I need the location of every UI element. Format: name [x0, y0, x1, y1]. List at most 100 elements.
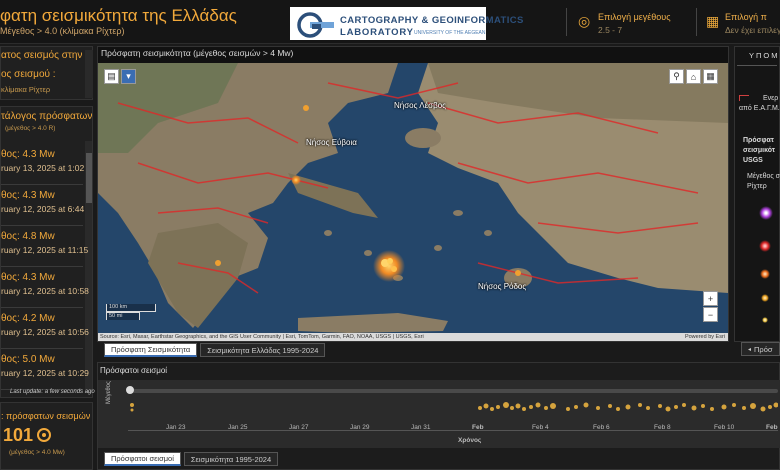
- list-item[interactable]: θος: 4.2 Mw ruary 12, 2025 at 10:56: [1, 309, 89, 349]
- list-item[interactable]: θος: 4.3 Mw ruary 12, 2025 at 6:44: [1, 186, 85, 226]
- quake-count: 101: [3, 425, 34, 445]
- recent-quakes-panel: τάλογος πρόσφατων (μέγεθος > 4.0 R) θος:…: [0, 106, 93, 398]
- quake-date: ruary 12, 2025 at 11:15: [1, 245, 89, 255]
- zoom-in-button[interactable]: +: [703, 291, 718, 306]
- legend-back-label: Πρόσ: [754, 344, 773, 354]
- zoom-control: + −: [703, 291, 718, 322]
- quake-magnitude: θος: 4.3 Mw: [1, 149, 55, 160]
- scrollbar[interactable]: [85, 50, 93, 98]
- legend-heading: ΥΠΟΜ: [749, 51, 780, 60]
- quake-magnitude: θος: 4.8 Mw: [1, 231, 55, 242]
- legend-mag-4-icon: [760, 269, 770, 279]
- target-icon: [37, 428, 51, 442]
- legend-mag-3-icon: [761, 294, 769, 302]
- magnitude-filter-label: Επιλογή μεγέθους: [598, 12, 671, 22]
- chevron-down-icon[interactable]: ▾: [121, 69, 136, 84]
- map-tools: ⚲ ⌂ ▦: [669, 69, 718, 84]
- tick-label: Feb 8: [654, 424, 671, 431]
- map-attribution: Source: Esri, Maxar, Earthstar Geographi…: [98, 333, 728, 341]
- timeline-chart[interactable]: Μέγεθος Jan 23 Jan 25 Jan 27 Jan 29 Jan …: [98, 380, 780, 448]
- quake-date: ruary 13, 2025 at 1:02: [1, 163, 85, 173]
- legend-panel: ΥΠΟΜ Ενερ από Ε.Α.Γ.Μ. Πρόσφατ σεισμικότ…: [734, 46, 780, 342]
- list-item[interactable]: θος: 4.3 Mw ruary 12, 2025 at 10:58: [1, 268, 89, 308]
- tab-recent-quakes[interactable]: Πρόσφατοι σεισμοί: [104, 452, 181, 466]
- legend-usgs-line3: USGS: [743, 157, 763, 164]
- timeline-xlabel: Χρόνος: [458, 437, 482, 444]
- legend-mag-2-icon: [762, 317, 768, 323]
- place-label-lesvos: Νήσος Λέσβος: [394, 101, 447, 110]
- header-separator: [696, 8, 697, 36]
- tick-label: Jan 29: [350, 424, 370, 431]
- tick-label: Feb: [472, 424, 484, 431]
- map-view[interactable]: ▤ ▾ ⚲ ⌂ ▦ Νήσος Λέσβος Νήσος Εύβοια Νήσο…: [98, 63, 728, 333]
- legend-fault-source: από Ε.Α.Γ.Μ.: [739, 105, 780, 112]
- recent-list: θος: 4.3 Mw ruary 13, 2025 at 1:02 θος: 4…: [1, 145, 89, 391]
- list-item[interactable]: θος: 4.3 Mw ruary 13, 2025 at 1:02: [1, 145, 85, 185]
- zoom-out-button[interactable]: −: [703, 307, 718, 322]
- latest-quake-magnitude-heading: ος σεισμού :: [1, 69, 56, 80]
- lab-logo: CARTOGRAPHY & GEOINFORMATICS LABORATORY …: [290, 7, 523, 40]
- quake-magnitude: θος: 4.2 Mw: [1, 313, 55, 324]
- legend-usgs-line1: Πρόσφατ: [743, 137, 774, 144]
- timeline-ylabel: Μέγεθος: [106, 381, 112, 404]
- legend-usgs-line2: σεισμικότ: [743, 147, 775, 154]
- period-filter-button[interactable]: ▦ Επιλογή π Δεν έχει επιλεγε: [700, 4, 780, 40]
- quake-cluster[interactable]: [373, 250, 405, 282]
- calendar-icon: ▦: [706, 13, 720, 29]
- period-filter-value: Δεν έχει επιλεγε: [725, 25, 780, 35]
- list-item[interactable]: θος: 5.0 Mw ruary 12, 2025 at 10:29: [1, 350, 89, 390]
- tick-label: Jan 23: [166, 424, 186, 431]
- header-separator: [566, 8, 567, 36]
- search-icon[interactable]: ⚲: [669, 69, 684, 84]
- timeline-plot-area: [128, 393, 779, 431]
- scale-km: 100 km: [106, 304, 156, 312]
- map-tabs: Πρόσφατη Σεισμικότητα Σεισμικότητα Ελλάδ…: [104, 343, 326, 357]
- tick-label: Jan 31: [411, 424, 431, 431]
- map-layer-control[interactable]: ▤ ▾: [104, 69, 136, 84]
- timeline-title: Πρόσφατοι σεισμοί: [100, 366, 168, 375]
- lab-logo-mark: [296, 11, 334, 38]
- fault-line-icon: [739, 95, 749, 101]
- timeline-tabs: Πρόσφατοι σεισμοί Σεισμικότητα 1995-2024: [104, 452, 279, 466]
- map-title: Πρόσφατη σεισμικότητα (μέγεθος σεισμών >…: [101, 48, 294, 58]
- layers-icon[interactable]: ▤: [104, 69, 119, 84]
- legend-back-button[interactable]: ◂ Πρόσ: [741, 342, 780, 356]
- attribution-text: Source: Esri, Maxar, Earthstar Geographi…: [100, 334, 424, 340]
- quake-magnitude: θος: 4.3 Mw: [1, 190, 55, 201]
- quake-date: ruary 12, 2025 at 6:44: [1, 204, 85, 214]
- app-title: φατη σεισμικότητα της Ελλάδας: [0, 6, 237, 25]
- legend-size-line2: Ρίχτερ: [747, 183, 767, 190]
- quake-count-heading: : πρόσφατων σεισμών: [1, 411, 91, 421]
- latest-quake-heading: ατος σεισμός στην: [1, 50, 83, 61]
- tick-label: Jan 27: [289, 424, 309, 431]
- tab-greece-seismicity[interactable]: Σεισμικότητα Ελλάδας 1995-2024: [200, 343, 326, 357]
- basemap-gallery-icon[interactable]: ▦: [703, 69, 718, 84]
- legend-size-line1: Μέγεθος σ: [747, 173, 780, 180]
- magnitude-filter-button[interactable]: ◎ Επιλογή μεγέθους 2.5 - 7: [570, 4, 694, 40]
- last-update-text: Last update: a few seconds ago: [10, 389, 95, 395]
- legend-mag-6-icon: [759, 206, 773, 220]
- list-item[interactable]: θος: 4.8 Mw ruary 12, 2025 at 11:15: [1, 227, 88, 267]
- app-subtitle: Μέγεθος > 4.0 (κλίμακα Ρίχτερ): [0, 26, 125, 36]
- home-icon[interactable]: ⌂: [686, 69, 701, 84]
- quake-date: ruary 12, 2025 at 10:58: [1, 286, 89, 296]
- logo-text-line3: UNIVERSITY OF THE AEGEAN: [414, 30, 486, 36]
- tick-label: Feb: [766, 424, 778, 431]
- quake-date: ruary 12, 2025 at 10:56: [1, 327, 89, 337]
- latest-quake-panel: ατος σεισμός στην ος σεισμού : κλίμακα Ρ…: [0, 46, 93, 100]
- powered-by-text: Powered by Esri: [684, 334, 725, 340]
- quake-date: ruary 12, 2025 at 10:29: [1, 368, 89, 378]
- latest-quake-sub: κλίμακα Ρίχτερ: [1, 85, 51, 94]
- list-scrollbar[interactable]: [85, 141, 92, 393]
- quake-count-panel: : πρόσφατων σεισμών 101 (μέγεθος > 4.0 M…: [0, 402, 93, 470]
- logo-text-line2: LABORATORY: [340, 27, 414, 38]
- period-filter-label: Επιλογή π: [725, 12, 767, 22]
- tab-recent-seismicity[interactable]: Πρόσφατη Σεισμικότητα: [104, 343, 198, 357]
- recent-list-sub: (μέγεθος > 4.0 R): [5, 125, 56, 132]
- legend-mag-5-icon: [759, 240, 771, 252]
- tab-seismicity-1995-2024[interactable]: Σεισμικότητα 1995-2024: [183, 452, 279, 466]
- place-label-rhodes: Νήσος Ρόδος: [478, 282, 527, 291]
- quake-magnitude: θος: 5.0 Mw: [1, 354, 55, 365]
- tick-label: Feb 6: [593, 424, 610, 431]
- scale-mi: 50 mi: [106, 312, 140, 320]
